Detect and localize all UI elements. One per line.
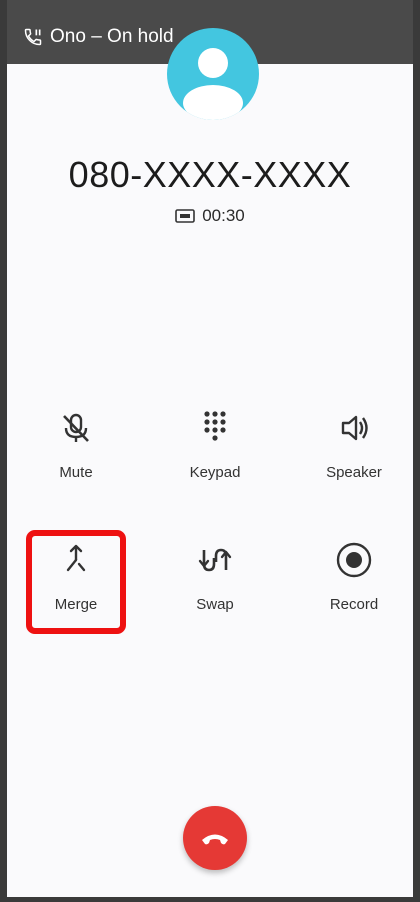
swap-button[interactable]: Swap (155, 540, 275, 650)
speaker-label: Speaker (326, 464, 382, 481)
swap-label: Swap (196, 596, 234, 613)
record-icon (336, 542, 372, 578)
record-button[interactable]: Record (294, 540, 414, 650)
keypad-label: Keypad (189, 464, 241, 481)
mic-off-icon (63, 413, 89, 442)
volume-icon (341, 415, 368, 441)
phone-paused-icon (24, 28, 42, 46)
merge-highlight-box (26, 530, 126, 634)
record-label: Record (329, 596, 379, 613)
call-timer: 00:30 (0, 206, 420, 226)
on-hold-label: Ono – On hold (50, 26, 174, 47)
caller-number: 080-XXXX-XXXX (68, 154, 352, 195)
keypad-button[interactable]: Keypad (155, 408, 275, 518)
person-icon (167, 28, 259, 120)
swap-icon (198, 548, 232, 572)
end-call-button[interactable] (183, 806, 247, 870)
call-duration: 00:30 (202, 206, 245, 225)
call-end-icon (202, 834, 228, 845)
hd-call-icon (175, 209, 196, 223)
mute-button[interactable]: Mute (16, 408, 136, 518)
dialpad-icon (204, 411, 226, 441)
speaker-button[interactable]: Speaker (294, 408, 414, 518)
mute-label: Mute (59, 464, 93, 481)
